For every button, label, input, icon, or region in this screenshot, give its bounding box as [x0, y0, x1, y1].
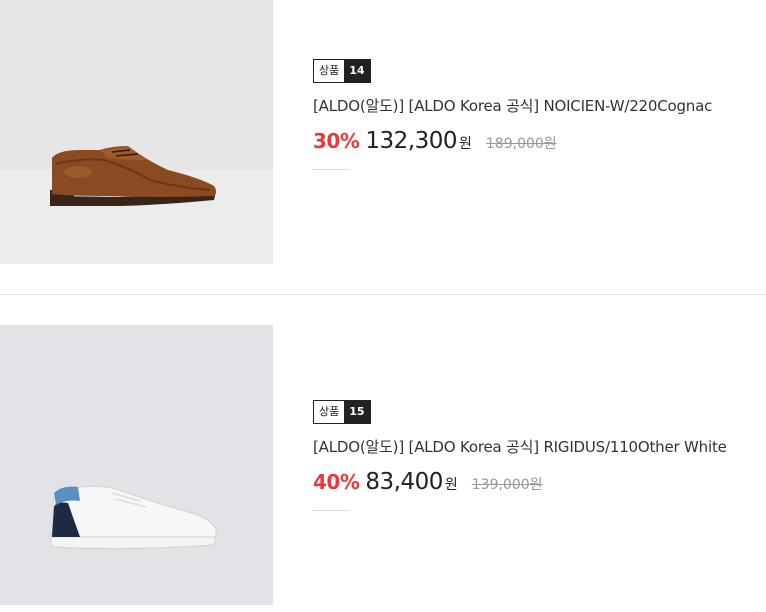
product-info: 상품 15 [ALDO(알도)] [ALDO Korea 공식] RIGIDUS… — [313, 400, 727, 511]
badge-number: 14 — [344, 60, 370, 82]
product-badge: 상품 14 — [313, 59, 371, 83]
currency-unit: 원 — [444, 477, 458, 493]
price-row: 40% 83,400 원 139,000원 — [313, 469, 727, 495]
sale-price: 132,300 — [365, 128, 457, 154]
original-price: 139,000원 — [471, 477, 543, 493]
badge-number: 15 — [344, 401, 370, 423]
sale-price: 83,400 — [365, 469, 443, 495]
divider-short — [313, 510, 349, 511]
product-title[interactable]: [ALDO(알도)] [ALDO Korea 공식] RIGIDUS/110Ot… — [313, 436, 727, 457]
discount-rate: 40% — [313, 470, 360, 494]
product-image[interactable] — [0, 325, 273, 605]
original-price: 189,000원 — [485, 136, 557, 152]
badge-label: 상품 — [314, 60, 345, 82]
product-title[interactable]: [ALDO(알도)] [ALDO Korea 공식] NOICIEN-W/220… — [313, 95, 712, 116]
product-card[interactable]: 상품 14 [ALDO(알도)] [ALDO Korea 공식] NOICIEN… — [0, 0, 766, 264]
product-image[interactable] — [0, 0, 273, 264]
product-info: 상품 14 [ALDO(알도)] [ALDO Korea 공식] NOICIEN… — [313, 59, 712, 170]
currency-unit: 원 — [459, 136, 472, 152]
discount-rate: 30% — [313, 129, 360, 153]
price-row: 30% 132,300 원 189,000원 — [313, 128, 712, 154]
badge-label: 상품 — [314, 401, 345, 423]
section-divider — [0, 294, 766, 295]
product-badge: 상품 15 — [313, 400, 371, 424]
product-card[interactable]: 상품 15 [ALDO(알도)] [ALDO Korea 공식] RIGIDUS… — [0, 325, 766, 605]
divider-short — [313, 169, 349, 170]
white-sneaker-icon — [0, 325, 273, 605]
brown-derby-shoe-icon — [0, 0, 273, 264]
